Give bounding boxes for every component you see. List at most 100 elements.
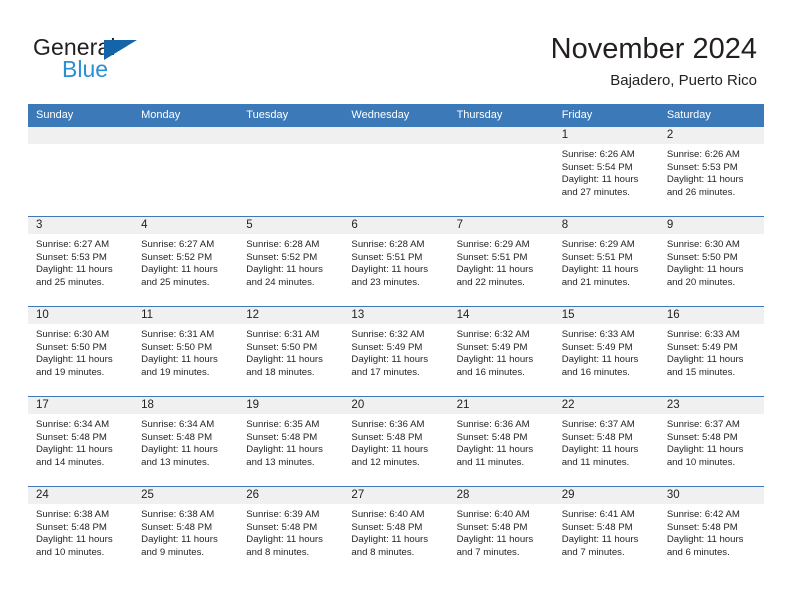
generalblue-logo[interactable]: General Blue (33, 36, 153, 82)
calendar-day-cell[interactable]: 24 Sunrise: 6:38 AM Sunset: 5:48 PM Dayligh… (28, 486, 134, 577)
sunset-text: Sunset: 5:48 PM (456, 431, 528, 443)
daylight-text: Daylight: 11 hours and 13 minutes. (141, 444, 218, 468)
sunrise-text: Sunrise: 6:31 AM (141, 329, 215, 340)
sunrise-text: Sunrise: 6:39 AM (246, 509, 320, 520)
sunset-text: Sunset: 5:52 PM (246, 251, 318, 263)
day-number: 19 (238, 397, 344, 414)
sunrise-text: Sunrise: 6:35 AM (246, 419, 320, 430)
sunset-text: Sunset: 5:49 PM (561, 341, 633, 353)
daylight-text: Daylight: 11 hours and 22 minutes. (456, 264, 534, 288)
sunset-text: Sunset: 5:51 PM (351, 251, 423, 263)
day-number (448, 127, 554, 144)
sunset-text: Sunset: 5:48 PM (666, 431, 738, 443)
sunset-text: Sunset: 5:53 PM (666, 161, 738, 173)
day-details: Sunrise: 6:27 AM Sunset: 5:52 PM Daylight:… (133, 234, 238, 289)
sunrise-text: Sunrise: 6:26 AM (561, 149, 635, 160)
calendar-day-cell[interactable]: 22 Sunrise: 6:37 AM Sunset: 5:48 PM Dayligh… (553, 396, 659, 487)
sunset-text: Sunset: 5:48 PM (36, 521, 107, 533)
daylight-text: Daylight: 11 hours and 20 minutes. (666, 264, 744, 288)
calendar-day-cell[interactable]: 23 Sunrise: 6:37 AM Sunset: 5:48 PM Dayligh… (658, 396, 764, 487)
calendar-day-cell[interactable]: 17 Sunrise: 6:34 AM Sunset: 5:48 PM Dayligh… (28, 396, 134, 487)
calendar-day-cell[interactable]: 2 Sunrise: 6:26 AM Sunset: 5:53 PM Daylight… (658, 126, 764, 217)
calendar-day-cell[interactable]: 1 Sunrise: 6:26 AM Sunset: 5:54 PM Daylight… (553, 126, 659, 217)
calendar-day-cell[interactable]: 13 Sunrise: 6:32 AM Sunset: 5:49 PM Dayligh… (343, 306, 449, 397)
sunrise-text: Sunrise: 6:37 AM (561, 419, 635, 430)
day-number: 3 (28, 217, 134, 234)
calendar-day-cell[interactable]: 29 Sunrise: 6:41 AM Sunset: 5:48 PM Dayligh… (553, 486, 659, 577)
day-details: Sunrise: 6:39 AM Sunset: 5:48 PM Daylight:… (238, 504, 343, 559)
calendar-day-cell[interactable]: 7 Sunrise: 6:29 AM Sunset: 5:51 PM Daylight… (448, 216, 554, 307)
day-number: 12 (238, 307, 344, 324)
weekday-header-wednesday: Wednesday (343, 104, 449, 127)
day-number: 24 (28, 487, 134, 504)
day-details: Sunrise: 6:30 AM Sunset: 5:50 PM Daylight:… (659, 234, 764, 289)
day-number: 26 (238, 487, 344, 504)
day-number: 5 (238, 217, 344, 234)
calendar-day-cell[interactable]: 20 Sunrise: 6:36 AM Sunset: 5:48 PM Dayligh… (343, 396, 449, 487)
daylight-text: Daylight: 11 hours and 26 minutes. (666, 174, 744, 198)
calendar-day-cell[interactable]: 8 Sunrise: 6:29 AM Sunset: 5:51 PM Daylight… (553, 216, 659, 307)
calendar-day-cell[interactable]: 9 Sunrise: 6:30 AM Sunset: 5:50 PM Daylight… (658, 216, 764, 307)
daylight-text: Daylight: 11 hours and 24 minutes. (246, 264, 323, 288)
calendar-day-cell[interactable]: 6 Sunrise: 6:28 AM Sunset: 5:51 PM Daylight… (343, 216, 449, 307)
day-number: 28 (448, 487, 554, 504)
sunrise-text: Sunrise: 6:37 AM (666, 419, 740, 430)
sunrise-text: Sunrise: 6:36 AM (351, 419, 425, 430)
day-number: 25 (133, 487, 239, 504)
calendar-day-cell[interactable]: 26 Sunrise: 6:39 AM Sunset: 5:48 PM Dayligh… (238, 486, 344, 577)
daylight-text: Daylight: 11 hours and 9 minutes. (141, 534, 218, 558)
title-block: November 2024 Bajadero, Puerto Rico (551, 32, 757, 91)
day-number: 4 (133, 217, 239, 234)
sunset-text: Sunset: 5:48 PM (351, 521, 423, 533)
sunset-text: Sunset: 5:50 PM (141, 341, 213, 353)
calendar-day-cell[interactable]: 11 Sunrise: 6:31 AM Sunset: 5:50 PM Dayligh… (133, 306, 239, 397)
sunrise-text: Sunrise: 6:27 AM (141, 239, 215, 250)
calendar-page: General Blue November 2024 Bajadero, Pue… (0, 0, 792, 612)
triangle-icon (104, 40, 137, 60)
sunset-text: Sunset: 5:48 PM (561, 431, 633, 443)
calendar-day-cell[interactable]: 21 Sunrise: 6:36 AM Sunset: 5:48 PM Dayligh… (448, 396, 554, 487)
day-details: Sunrise: 6:26 AM Sunset: 5:54 PM Daylight:… (554, 144, 659, 199)
day-details: Sunrise: 6:28 AM Sunset: 5:52 PM Daylight:… (238, 234, 343, 289)
calendar-day-cell[interactable]: 19 Sunrise: 6:35 AM Sunset: 5:48 PM Dayligh… (238, 396, 344, 487)
day-number: 17 (28, 397, 134, 414)
calendar-day-cell[interactable]: 18 Sunrise: 6:34 AM Sunset: 5:48 PM Dayligh… (133, 396, 239, 487)
day-details: Sunrise: 6:34 AM Sunset: 5:48 PM Daylight:… (133, 414, 238, 469)
sunrise-text: Sunrise: 6:40 AM (456, 509, 530, 520)
calendar-day-cell[interactable]: 5 Sunrise: 6:28 AM Sunset: 5:52 PM Daylight… (238, 216, 344, 307)
daylight-text: Daylight: 11 hours and 7 minutes. (456, 534, 534, 558)
day-number: 7 (448, 217, 554, 234)
calendar-day-cell[interactable]: 25 Sunrise: 6:38 AM Sunset: 5:48 PM Dayligh… (133, 486, 239, 577)
day-number: 29 (553, 487, 659, 504)
calendar-day-cell[interactable]: 12 Sunrise: 6:31 AM Sunset: 5:50 PM Dayligh… (238, 306, 344, 397)
day-details: Sunrise: 6:26 AM Sunset: 5:53 PM Daylight:… (659, 144, 764, 199)
calendar-day-cell[interactable]: 27 Sunrise: 6:40 AM Sunset: 5:48 PM Dayligh… (343, 486, 449, 577)
calendar-day-cell[interactable]: 16 Sunrise: 6:33 AM Sunset: 5:49 PM Dayligh… (658, 306, 764, 397)
daylight-text: Daylight: 11 hours and 16 minutes. (561, 354, 639, 378)
day-number: 13 (343, 307, 449, 324)
calendar-week-row: 17 Sunrise: 6:34 AM Sunset: 5:48 PM Dayligh… (28, 396, 764, 487)
day-number: 27 (343, 487, 449, 504)
calendar-day-cell[interactable]: 14 Sunrise: 6:32 AM Sunset: 5:49 PM Dayligh… (448, 306, 554, 397)
day-details: Sunrise: 6:30 AM Sunset: 5:50 PM Daylight:… (28, 324, 133, 379)
day-details: Sunrise: 6:38 AM Sunset: 5:48 PM Daylight:… (28, 504, 133, 559)
calendar-week-row: 3 Sunrise: 6:27 AM Sunset: 5:53 PM Daylight… (28, 216, 764, 307)
sunrise-text: Sunrise: 6:33 AM (561, 329, 635, 340)
daylight-text: Daylight: 11 hours and 21 minutes. (561, 264, 639, 288)
calendar-day-cell[interactable]: 10 Sunrise: 6:30 AM Sunset: 5:50 PM Dayligh… (28, 306, 134, 397)
day-number: 23 (658, 397, 764, 414)
daylight-text: Daylight: 11 hours and 18 minutes. (246, 354, 323, 378)
day-details: Sunrise: 6:41 AM Sunset: 5:48 PM Daylight:… (554, 504, 659, 559)
daylight-text: Daylight: 11 hours and 15 minutes. (666, 354, 744, 378)
calendar-day-cell[interactable]: 3 Sunrise: 6:27 AM Sunset: 5:53 PM Daylight… (28, 216, 134, 307)
calendar-day-cell[interactable]: 30 Sunrise: 6:42 AM Sunset: 5:48 PM Dayligh… (658, 486, 764, 577)
daylight-text: Daylight: 11 hours and 27 minutes. (561, 174, 639, 198)
calendar-day-cell[interactable]: 28 Sunrise: 6:40 AM Sunset: 5:48 PM Dayligh… (448, 486, 554, 577)
sunset-text: Sunset: 5:48 PM (36, 431, 107, 443)
daylight-text: Daylight: 11 hours and 7 minutes. (561, 534, 639, 558)
sunrise-text: Sunrise: 6:40 AM (351, 509, 425, 520)
calendar-day-cell[interactable]: 4 Sunrise: 6:27 AM Sunset: 5:52 PM Daylight… (133, 216, 239, 307)
sunset-text: Sunset: 5:48 PM (561, 521, 633, 533)
daylight-text: Daylight: 11 hours and 8 minutes. (246, 534, 323, 558)
calendar-day-cell[interactable]: 15 Sunrise: 6:33 AM Sunset: 5:49 PM Dayligh… (553, 306, 659, 397)
